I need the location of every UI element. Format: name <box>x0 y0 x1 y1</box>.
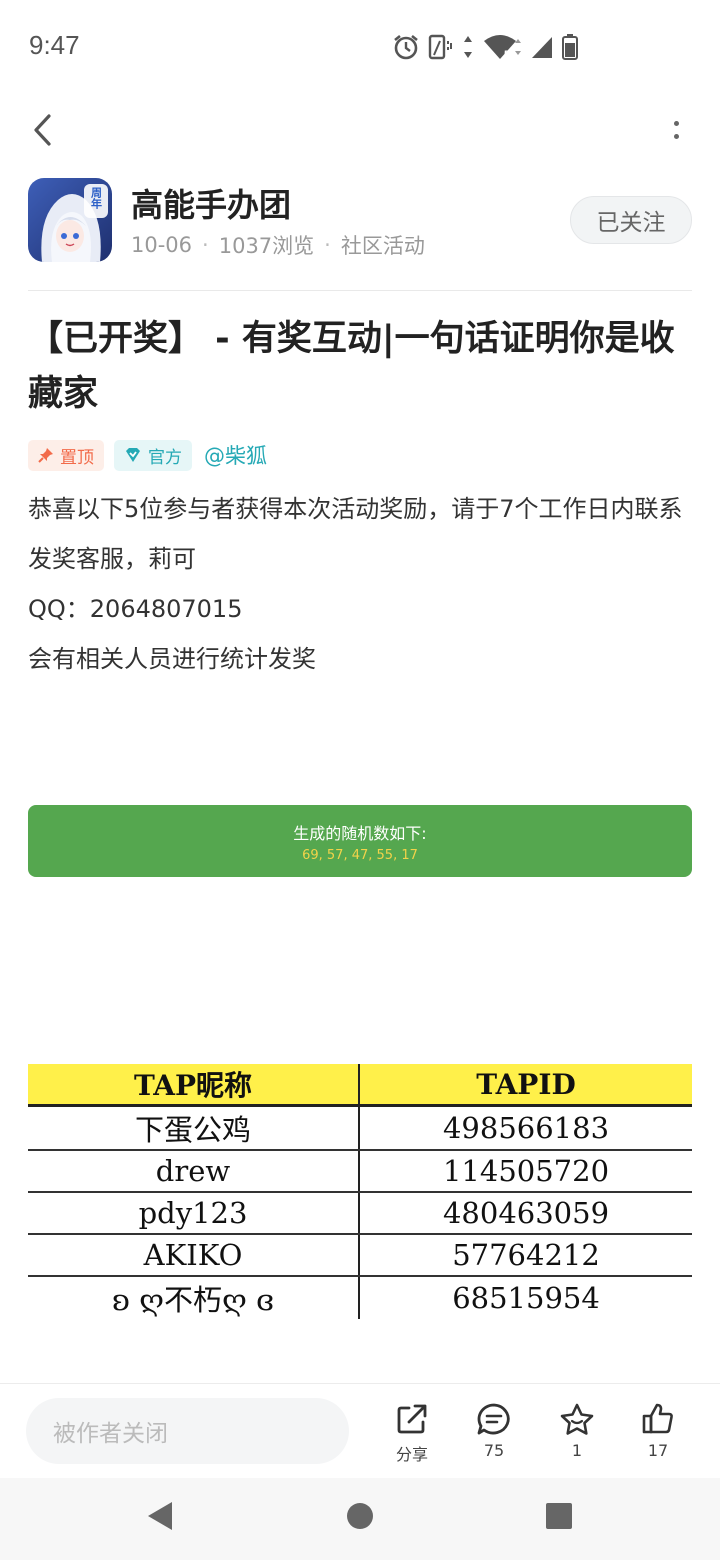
nickname-cell: pdy123 <box>28 1192 360 1235</box>
column-header: TAPID <box>359 1064 692 1107</box>
post-meta: 10-06 · 1037浏览 · 社区活动 <box>131 230 425 260</box>
author-name[interactable]: 高能手办团 <box>131 180 291 226</box>
like-count: 17 <box>647 1441 669 1460</box>
star-icon <box>560 1403 594 1435</box>
table-row: pdy123 480463059 <box>28 1192 692 1235</box>
system-home-button[interactable] <box>346 1500 374 1536</box>
more-vertical-icon <box>673 121 679 126</box>
nickname-cell: 下蛋公鸡 <box>28 1105 360 1151</box>
vibrate-icon <box>428 34 452 60</box>
table-row: drew 114505720 <box>28 1150 692 1193</box>
share-label: 分享 <box>395 1445 428 1464</box>
comment-count: 75 <box>483 1441 505 1460</box>
body-paragraph: 恭喜以下5位参与者获得本次活动奖励，请于7个工作日内联系发奖客服，莉可 <box>28 495 683 573</box>
alarm-icon <box>394 34 418 60</box>
pinned-badge: 置顶 <box>28 439 104 471</box>
tapid-cell: 68515954 <box>452 1281 600 1315</box>
column-header: TAP昵称 <box>28 1064 360 1107</box>
status-bar: 9:47 5 <box>0 0 720 96</box>
nickname-cell: drew <box>28 1150 360 1193</box>
status-icons: 5 <box>392 30 578 64</box>
bottom-action-bar: 被作者关闭 分享 75 1 17 <box>0 1383 720 1477</box>
random-number-image[interactable]: 生成的随机数如下: 69, 57, 47, 55, 17 <box>28 805 692 877</box>
random-number-label: 生成的随机数如下: <box>293 823 427 843</box>
back-button[interactable] <box>22 108 62 152</box>
table-header-row: TAP昵称 TAPID <box>28 1064 692 1107</box>
body-paragraph: 会有相关人员进行统计发奖 <box>28 645 316 673</box>
nickname-cell: ʚ ღ不朽ღ ɞ <box>28 1276 360 1319</box>
random-number-values: 69, 57, 47, 55, 17 <box>302 847 418 863</box>
comment-icon <box>477 1403 510 1435</box>
avatar-badge: 周年 <box>90 187 103 210</box>
system-nav-bar <box>0 1478 720 1560</box>
table-row: ʚ ღ不朽ღ ɞ 68515954 <box>28 1276 692 1319</box>
tapid-cell: 498566183 <box>359 1105 692 1151</box>
circle-home-icon <box>347 1503 373 1529</box>
tapid-cell: 114505720 <box>359 1150 692 1193</box>
pin-icon <box>38 448 53 463</box>
mention-link[interactable]: @柴狐 <box>204 440 267 470</box>
post-date: 10-06 <box>131 233 193 257</box>
wifi-icon: 5 <box>484 35 521 61</box>
table-row: 下蛋公鸡 498566183 <box>28 1105 692 1151</box>
winners-table: TAP昵称 TAPID 下蛋公鸡 498566183 drew 11450572… <box>28 1064 692 1319</box>
thumbs-up-icon <box>642 1403 673 1434</box>
system-back-button[interactable] <box>146 1500 174 1536</box>
comment-button[interactable]: 75 <box>459 1400 529 1460</box>
more-options-button[interactable] <box>662 112 690 148</box>
follow-button[interactable]: 已关注 <box>570 196 692 244</box>
cell-signal-icon <box>532 37 552 58</box>
winners-table-image[interactable]: TAP昵称 TAPID 下蛋公鸡 498566183 drew 11450572… <box>28 1064 692 1319</box>
square-recents-icon <box>546 1503 572 1529</box>
status-time: 9:47 <box>29 30 80 60</box>
share-button[interactable]: 分享 <box>377 1400 447 1465</box>
official-check-icon <box>126 448 140 462</box>
table-row: AKIKO 57764212 <box>28 1234 692 1277</box>
comment-input[interactable]: 被作者关闭 <box>26 1398 349 1464</box>
post-body: 恭喜以下5位参与者获得本次活动奖励，请于7个工作日内联系发奖客服，莉可 QQ：2… <box>28 484 692 684</box>
battery-icon <box>562 34 578 60</box>
svg-text:5: 5 <box>504 49 510 61</box>
official-badge: 官方 <box>114 439 192 471</box>
tapid-cell: 57764212 <box>359 1234 692 1277</box>
author-avatar[interactable]: 周年 <box>28 178 112 262</box>
favorite-button[interactable]: 1 <box>542 1400 612 1460</box>
triangle-back-icon <box>148 1502 172 1530</box>
data-arrows-icon <box>464 36 472 58</box>
nickname-cell: AKIKO <box>28 1234 360 1277</box>
body-paragraph: QQ：2064807015 <box>28 595 243 623</box>
favorite-count: 1 <box>571 1441 583 1460</box>
like-button[interactable]: 17 <box>623 1400 693 1460</box>
tapid-cell: 480463059 <box>359 1192 692 1235</box>
post-tags: 置顶 官方 @柴狐 <box>28 439 267 471</box>
divider <box>28 290 692 291</box>
system-recents-button[interactable] <box>545 1500 573 1536</box>
post-category[interactable]: 社区活动 <box>341 230 425 260</box>
chevron-left-icon <box>34 114 51 146</box>
post-title: 【已开奖】 - 有奖互动|一句话证明你是收藏家 <box>28 319 675 414</box>
view-count: 1037浏览 <box>218 234 315 258</box>
share-icon <box>397 1404 427 1434</box>
